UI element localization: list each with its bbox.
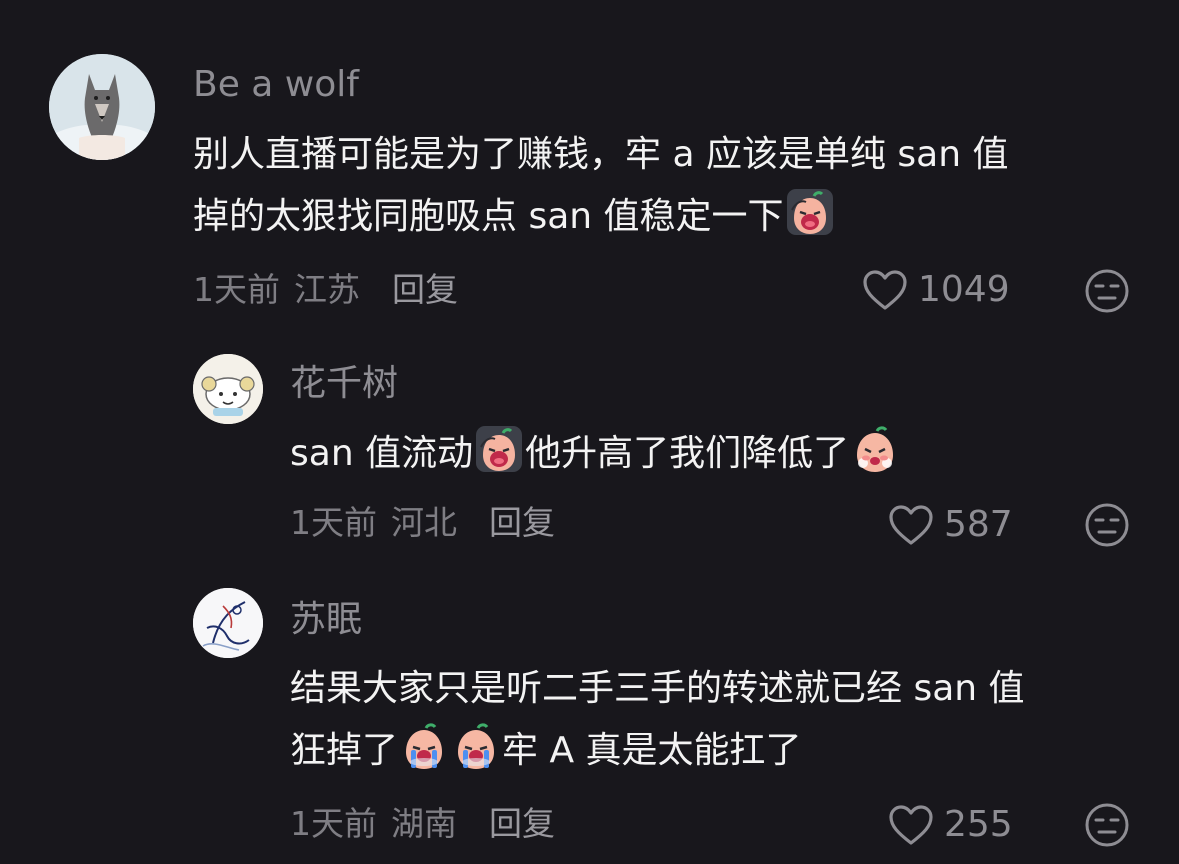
- dislike-button[interactable]: [1084, 802, 1130, 852]
- screaming-emoji-icon: [786, 188, 834, 236]
- like-count: 1049: [918, 269, 1010, 310]
- like-button[interactable]: 1049: [862, 269, 1010, 311]
- timestamp: 1天前: [290, 804, 377, 843]
- avatar[interactable]: [193, 588, 263, 658]
- timestamp: 1天前: [290, 503, 377, 542]
- meh-face-icon: [1085, 503, 1129, 547]
- comment-line-text: 他升高了我们降低了: [525, 433, 850, 474]
- comment-line: 别人直播可能是为了赚钱，牢 a 应该是单纯 san 值: [193, 134, 1009, 175]
- comment-meta: 1天前 湖南 回复: [290, 807, 555, 840]
- reply-button[interactable]: 回复: [392, 270, 458, 309]
- meh-face-icon: [1085, 803, 1129, 847]
- avatar[interactable]: [49, 54, 155, 160]
- avatar[interactable]: [193, 354, 263, 424]
- comment-meta: 1天前 河北 回复: [290, 506, 555, 539]
- like-count: 587: [944, 504, 1013, 545]
- username[interactable]: Be a wolf: [193, 67, 359, 103]
- like-count: 255: [944, 804, 1013, 845]
- comment-line-text: 掉的太狠找同胞吸点 san 值稳定一下: [193, 196, 784, 237]
- heart-icon: [889, 805, 933, 845]
- comment-line: 掉的太狠找同胞吸点 san 值稳定一下: [193, 186, 1008, 248]
- comment-text: san 值流动 他升高了我们降低了: [290, 423, 901, 485]
- crying-emoji-icon: [400, 722, 448, 770]
- comment-text: 结果大家只是听二手三手的转述就已经 san 值 狂掉了 牢 A 真是太能扛了: [290, 658, 1025, 782]
- dislike-button[interactable]: [1084, 502, 1130, 552]
- comment-line: 结果大家只是听二手三手的转述就已经 san 值: [290, 668, 1025, 709]
- location: 江苏: [294, 270, 360, 309]
- location: 湖南: [391, 804, 457, 843]
- heart-icon: [863, 270, 907, 310]
- location: 河北: [391, 503, 457, 542]
- reply-button[interactable]: 回复: [489, 804, 555, 843]
- faint-emoji-icon: [851, 425, 899, 473]
- meh-face-icon: [1085, 269, 1129, 313]
- heart-icon: [889, 505, 933, 545]
- comment-line: 狂掉了 牢 A 真是太能扛了: [290, 720, 1025, 782]
- wolf-avatar-image: [49, 54, 155, 160]
- comment-line-text: 狂掉了: [290, 730, 399, 771]
- reply-button[interactable]: 回复: [489, 503, 555, 542]
- dislike-button[interactable]: [1084, 268, 1130, 318]
- comment-line-text: 牢 A 真是太能扛了: [502, 730, 802, 771]
- timestamp: 1天前: [193, 270, 280, 309]
- comment-text: 别人直播可能是为了赚钱，牢 a 应该是单纯 san 值 掉的太狠找同胞吸点 sa…: [193, 124, 1008, 248]
- comment-line: san 值流动 他升高了我们降低了: [290, 423, 901, 485]
- like-button[interactable]: 587: [888, 504, 1013, 546]
- comment-line-text: san 值流动: [290, 433, 474, 474]
- crying-emoji-icon: [452, 722, 500, 770]
- like-button[interactable]: 255: [888, 804, 1013, 846]
- comment-meta: 1天前 江苏 回复: [193, 273, 458, 306]
- screaming-emoji-icon: [475, 425, 523, 473]
- username[interactable]: 花千树: [290, 366, 398, 402]
- sheep-avatar-image: [193, 354, 263, 424]
- username[interactable]: 苏眠: [290, 602, 362, 638]
- ink-figure-avatar-image: [193, 588, 263, 658]
